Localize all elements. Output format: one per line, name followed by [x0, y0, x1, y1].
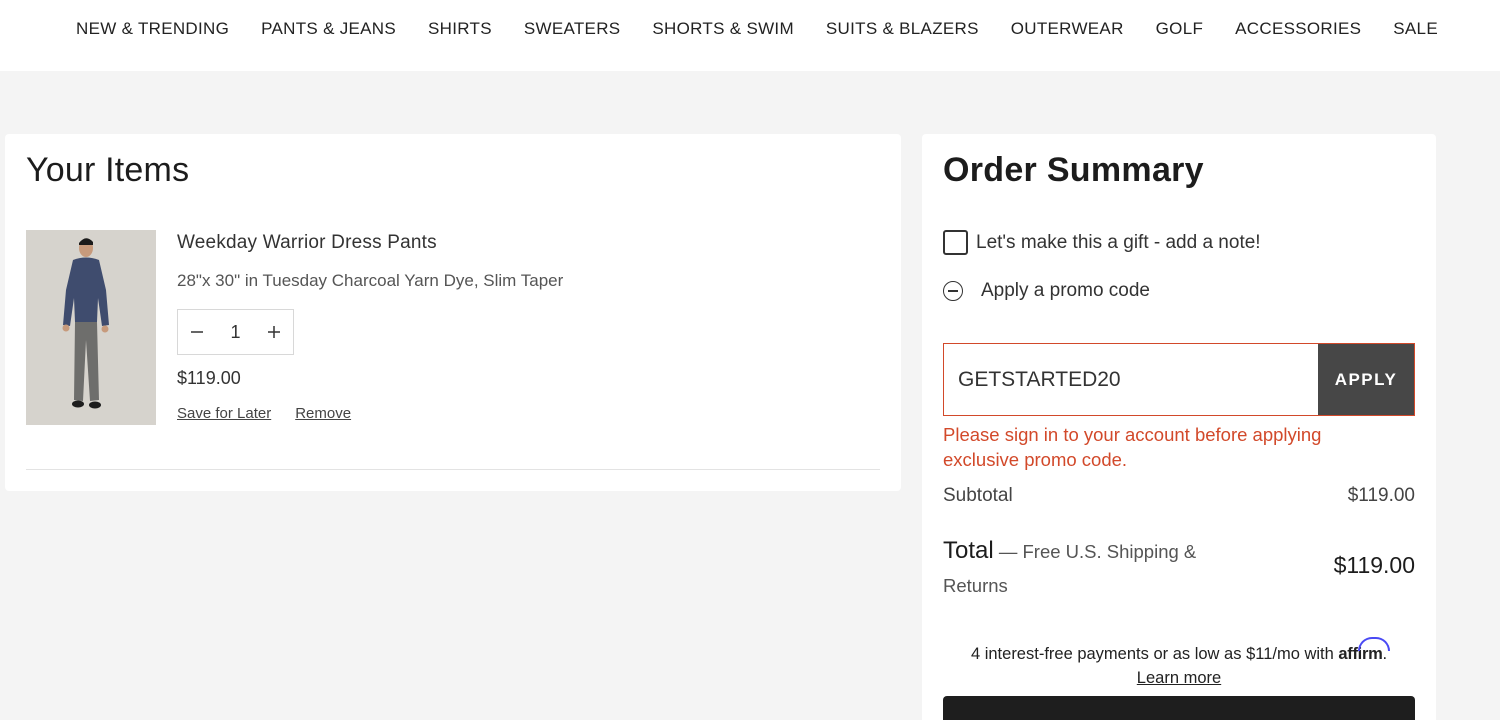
nav-list: NEW & TRENDING PANTS & JEANS SHIRTS SWEA… — [76, 19, 1438, 39]
cart-title: Your Items — [26, 151, 190, 189]
cart-items-panel: Your Items Weekday Warrior Dress Pants 2… — [5, 134, 901, 491]
nav-item-outerwear[interactable]: OUTERWEAR — [1011, 19, 1124, 39]
quantity-stepper: 1 — [177, 309, 294, 355]
minus-icon — [191, 331, 203, 333]
gift-label: Let's make this a gift - add a note! — [976, 231, 1261, 253]
affirm-text: 4 interest-free payments or as low as $1… — [970, 645, 1334, 663]
checkout-button[interactable] — [943, 696, 1415, 720]
nav-item-golf[interactable]: GOLF — [1156, 19, 1204, 39]
remove-link[interactable]: Remove — [295, 405, 351, 422]
nav-item-suits-blazers[interactable]: SUITS & BLAZERS — [826, 19, 979, 39]
nav-item-pants-jeans[interactable]: PANTS & JEANS — [261, 19, 396, 39]
promo-code-input[interactable] — [943, 343, 1318, 416]
affirm-logo: affirm — [1338, 637, 1391, 663]
learn-more-row: Learn more — [943, 669, 1415, 688]
total-label: Total — [943, 537, 994, 564]
gift-checkbox[interactable] — [943, 230, 968, 255]
promo-toggle[interactable]: Apply a promo code — [943, 280, 1150, 302]
learn-more-link[interactable]: Learn more — [1137, 669, 1221, 687]
quantity-value: 1 — [230, 321, 241, 342]
nav-item-new-trending[interactable]: NEW & TRENDING — [76, 19, 229, 39]
gift-option[interactable]: Let's make this a gift - add a note! — [943, 230, 1261, 255]
product-name[interactable]: Weekday Warrior Dress Pants — [177, 232, 437, 254]
nav-item-shorts-swim[interactable]: SHORTS & SWIM — [652, 19, 794, 39]
item-actions: Save for Later Remove — [177, 405, 351, 422]
subtotal-row: Subtotal $119.00 — [943, 485, 1415, 507]
product-variant: 28"x 30" in Tuesday Charcoal Yarn Dye, S… — [177, 271, 564, 290]
product-price: $119.00 — [177, 368, 241, 388]
apply-promo-button[interactable]: APPLY — [1318, 343, 1415, 416]
plus-icon — [268, 326, 280, 338]
subtotal-label: Subtotal — [943, 485, 1013, 506]
top-nav: NEW & TRENDING PANTS & JEANS SHIRTS SWEA… — [0, 0, 1500, 71]
increase-quantity-button[interactable] — [255, 310, 293, 354]
nav-item-sweaters[interactable]: SWEATERS — [524, 19, 621, 39]
subtotal-value: $119.00 — [1347, 485, 1415, 506]
total-value: $119.00 — [1333, 552, 1415, 578]
order-summary-panel: Order Summary Let's make this a gift - a… — [922, 134, 1436, 720]
divider — [26, 469, 880, 470]
nav-item-accessories[interactable]: ACCESSORIES — [1235, 19, 1361, 39]
affirm-message: 4 interest-free payments or as low as $1… — [943, 637, 1415, 664]
promo-form: APPLY — [943, 343, 1415, 416]
decrease-quantity-button[interactable] — [178, 310, 216, 354]
nav-item-sale[interactable]: SALE — [1393, 19, 1438, 39]
total-row: Total — Free U.S. Shipping & Returns $11… — [943, 534, 1415, 603]
product-image[interactable] — [26, 230, 156, 425]
promo-error-message: Please sign in to your account before ap… — [943, 424, 1322, 470]
nav-item-shirts[interactable]: SHIRTS — [428, 19, 492, 39]
promo-toggle-label: Apply a promo code — [981, 280, 1150, 301]
summary-title: Order Summary — [943, 151, 1204, 189]
save-for-later-link[interactable]: Save for Later — [177, 405, 271, 422]
minus-circle-icon — [943, 281, 963, 301]
affirm-arc-icon — [1358, 637, 1391, 651]
